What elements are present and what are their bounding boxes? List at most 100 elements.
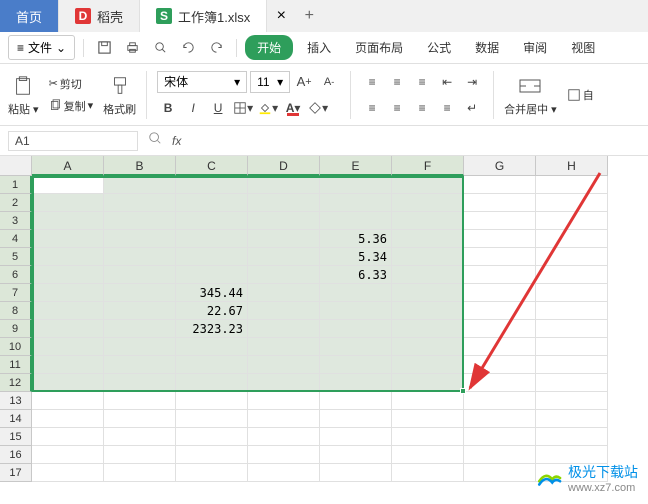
font-size-select[interactable]: 11▾	[250, 71, 290, 93]
cell-H9[interactable]	[536, 320, 608, 338]
row-header-3[interactable]: 3	[0, 212, 32, 230]
cell-D5[interactable]	[248, 248, 320, 266]
cell-C11[interactable]	[176, 356, 248, 374]
fill-color-button[interactable]: ▾	[257, 97, 279, 119]
font-name-select[interactable]: 宋体▾	[157, 71, 247, 93]
row-header-1[interactable]: 1	[0, 176, 32, 194]
cell-D10[interactable]	[248, 338, 320, 356]
row-header-4[interactable]: 4	[0, 230, 32, 248]
menu-view[interactable]: 视图	[561, 35, 605, 60]
cell-G11[interactable]	[464, 356, 536, 374]
cell-C14[interactable]	[176, 410, 248, 428]
row-header-6[interactable]: 6	[0, 266, 32, 284]
cell-H12[interactable]	[536, 374, 608, 392]
cell-D2[interactable]	[248, 194, 320, 212]
cell-B7[interactable]	[104, 284, 176, 302]
cell-D8[interactable]	[248, 302, 320, 320]
cell-D3[interactable]	[248, 212, 320, 230]
tab-home[interactable]: 首页	[0, 0, 59, 32]
cell-F14[interactable]	[392, 410, 464, 428]
cell-B6[interactable]	[104, 266, 176, 284]
save-button[interactable]	[92, 36, 116, 60]
cell-A7[interactable]	[32, 284, 104, 302]
cell-H14[interactable]	[536, 410, 608, 428]
cell-A8[interactable]	[32, 302, 104, 320]
cell-D17[interactable]	[248, 464, 320, 482]
cell-C12[interactable]	[176, 374, 248, 392]
col-header-G[interactable]: G	[464, 156, 536, 176]
cell-G2[interactable]	[464, 194, 536, 212]
align-bottom-button[interactable]: ≡	[411, 71, 433, 93]
cell-G12[interactable]	[464, 374, 536, 392]
cell-G10[interactable]	[464, 338, 536, 356]
cell-C17[interactable]	[176, 464, 248, 482]
cell-A6[interactable]	[32, 266, 104, 284]
cell-E13[interactable]	[320, 392, 392, 410]
align-middle-button[interactable]: ≡	[386, 71, 408, 93]
cell-D9[interactable]	[248, 320, 320, 338]
cell-D11[interactable]	[248, 356, 320, 374]
expand-fx-button[interactable]	[148, 131, 162, 150]
cell-C8[interactable]: 22.67	[176, 302, 248, 320]
paste-label[interactable]: 粘贴 ▾	[8, 101, 39, 117]
row-header-7[interactable]: 7	[0, 284, 32, 302]
paste-button[interactable]	[10, 73, 36, 99]
cell-F6[interactable]	[392, 266, 464, 284]
cell-G9[interactable]	[464, 320, 536, 338]
cell-C5[interactable]	[176, 248, 248, 266]
cell-B11[interactable]	[104, 356, 176, 374]
cell-C10[interactable]	[176, 338, 248, 356]
cell-H7[interactable]	[536, 284, 608, 302]
cell-H13[interactable]	[536, 392, 608, 410]
cell-C13[interactable]	[176, 392, 248, 410]
col-header-E[interactable]: E	[320, 156, 392, 176]
cell-H6[interactable]	[536, 266, 608, 284]
cell-B1[interactable]	[104, 176, 176, 194]
cell-G16[interactable]	[464, 446, 536, 464]
row-header-9[interactable]: 9	[0, 320, 32, 338]
cell-G14[interactable]	[464, 410, 536, 428]
cell-F17[interactable]	[392, 464, 464, 482]
tab-add-button[interactable]: +	[295, 0, 323, 32]
cell-E1[interactable]	[320, 176, 392, 194]
cell-C2[interactable]	[176, 194, 248, 212]
cell-H1[interactable]	[536, 176, 608, 194]
cell-G7[interactable]	[464, 284, 536, 302]
justify-button[interactable]: ≡	[436, 97, 458, 119]
tab-document[interactable]: S 工作簿1.xlsx	[140, 0, 267, 32]
menu-review[interactable]: 审阅	[513, 35, 557, 60]
cell-C9[interactable]: 2323.23	[176, 320, 248, 338]
cell-F12[interactable]	[392, 374, 464, 392]
print-preview-button[interactable]	[148, 36, 172, 60]
cell-E4[interactable]: 5.36	[320, 230, 392, 248]
cell-H11[interactable]	[536, 356, 608, 374]
underline-button[interactable]: U	[207, 97, 229, 119]
cell-A3[interactable]	[32, 212, 104, 230]
cell-D6[interactable]	[248, 266, 320, 284]
cell-E10[interactable]	[320, 338, 392, 356]
decrease-font-button[interactable]: A-	[318, 71, 340, 93]
cell-B15[interactable]	[104, 428, 176, 446]
cell-G15[interactable]	[464, 428, 536, 446]
menu-formula[interactable]: 公式	[417, 35, 461, 60]
undo-button[interactable]	[176, 36, 200, 60]
fill-effects-button[interactable]: ▾	[307, 97, 329, 119]
cell-F11[interactable]	[392, 356, 464, 374]
formula-input[interactable]	[191, 131, 640, 151]
cell-D13[interactable]	[248, 392, 320, 410]
cell-G8[interactable]	[464, 302, 536, 320]
tab-close-button[interactable]: ×	[267, 0, 295, 32]
cell-F4[interactable]	[392, 230, 464, 248]
cell-C16[interactable]	[176, 446, 248, 464]
row-header-10[interactable]: 10	[0, 338, 32, 356]
cell-E9[interactable]	[320, 320, 392, 338]
cell-F8[interactable]	[392, 302, 464, 320]
menu-insert[interactable]: 插入	[297, 35, 341, 60]
cell-E16[interactable]	[320, 446, 392, 464]
copy-button[interactable]: 复制 ▾	[45, 96, 98, 116]
cell-E3[interactable]	[320, 212, 392, 230]
cell-C15[interactable]	[176, 428, 248, 446]
name-box[interactable]: A1	[8, 131, 138, 151]
cell-D14[interactable]	[248, 410, 320, 428]
file-menu[interactable]: ≡ 文件 ⌄	[8, 35, 75, 60]
